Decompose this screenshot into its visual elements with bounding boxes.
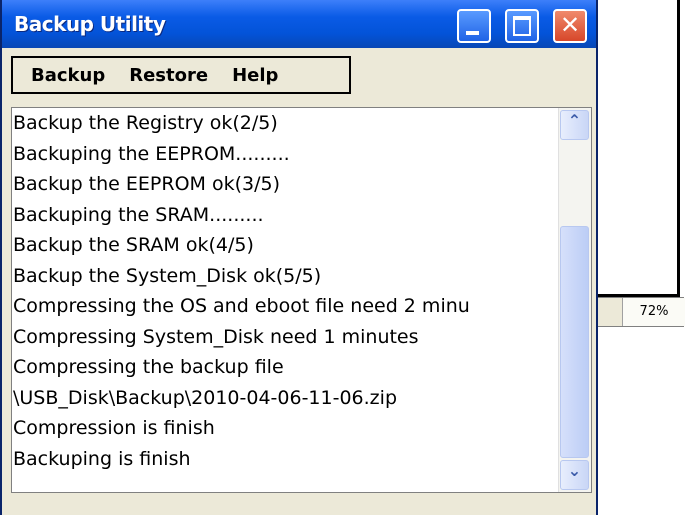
scroll-up-button[interactable]: ⌃	[560, 110, 589, 140]
log-line: Backup the EEPROM ok(3/5)	[13, 173, 280, 195]
log-lines: Backup the Registry ok(2/5) Backuping th…	[13, 108, 558, 492]
log-line: Compressing the OS and eboot file need 2…	[13, 295, 470, 317]
menu-help[interactable]: Help	[232, 65, 278, 86]
log-line: Backuping is finish	[13, 447, 191, 470]
log-line: Backuping the EEPROM.........	[13, 142, 290, 165]
title-bar[interactable]: Backup Utility ✕	[2, 0, 596, 48]
close-icon: ✕	[559, 11, 581, 39]
backup-utility-window: Backup Utility ✕ Backup Restore Help Bac…	[0, 0, 598, 515]
window-title: Backup Utility	[14, 12, 166, 36]
log-line: \USB_Disk\Backup\2010-04-06-11-06.zip	[13, 386, 397, 409]
scroll-down-button[interactable]: ⌄	[560, 460, 589, 490]
background-progress-row: 72%	[596, 297, 685, 327]
minimize-button[interactable]	[457, 9, 491, 43]
progress-percent: 72%	[622, 298, 685, 326]
scrollbar-thumb[interactable]	[560, 226, 589, 458]
log-line: Compressing System_Disk need 1 minutes	[13, 325, 419, 348]
vertical-scrollbar[interactable]: ⌃ ⌄	[558, 108, 591, 492]
chevron-up-icon: ⌃	[567, 111, 582, 130]
menu-backup[interactable]: Backup	[31, 65, 105, 86]
maximize-button[interactable]	[505, 9, 539, 43]
log-line: Compression is finish	[13, 417, 215, 439]
close-button[interactable]: ✕	[553, 9, 587, 43]
log-line: Backup the Registry ok(2/5)	[13, 112, 278, 134]
log-line: Backuping the SRAM.........	[13, 203, 264, 226]
menu-bar: Backup Restore Help	[11, 56, 351, 94]
log-listbox[interactable]: Backup the Registry ok(2/5) Backuping th…	[11, 107, 592, 493]
log-line: Compressing the backup file	[13, 356, 284, 378]
chevron-down-icon: ⌄	[567, 461, 582, 480]
log-line: Backup the System_Disk ok(5/5)	[13, 264, 322, 287]
menu-restore[interactable]: Restore	[129, 65, 208, 86]
log-line: Backup the SRAM ok(4/5)	[13, 234, 254, 256]
